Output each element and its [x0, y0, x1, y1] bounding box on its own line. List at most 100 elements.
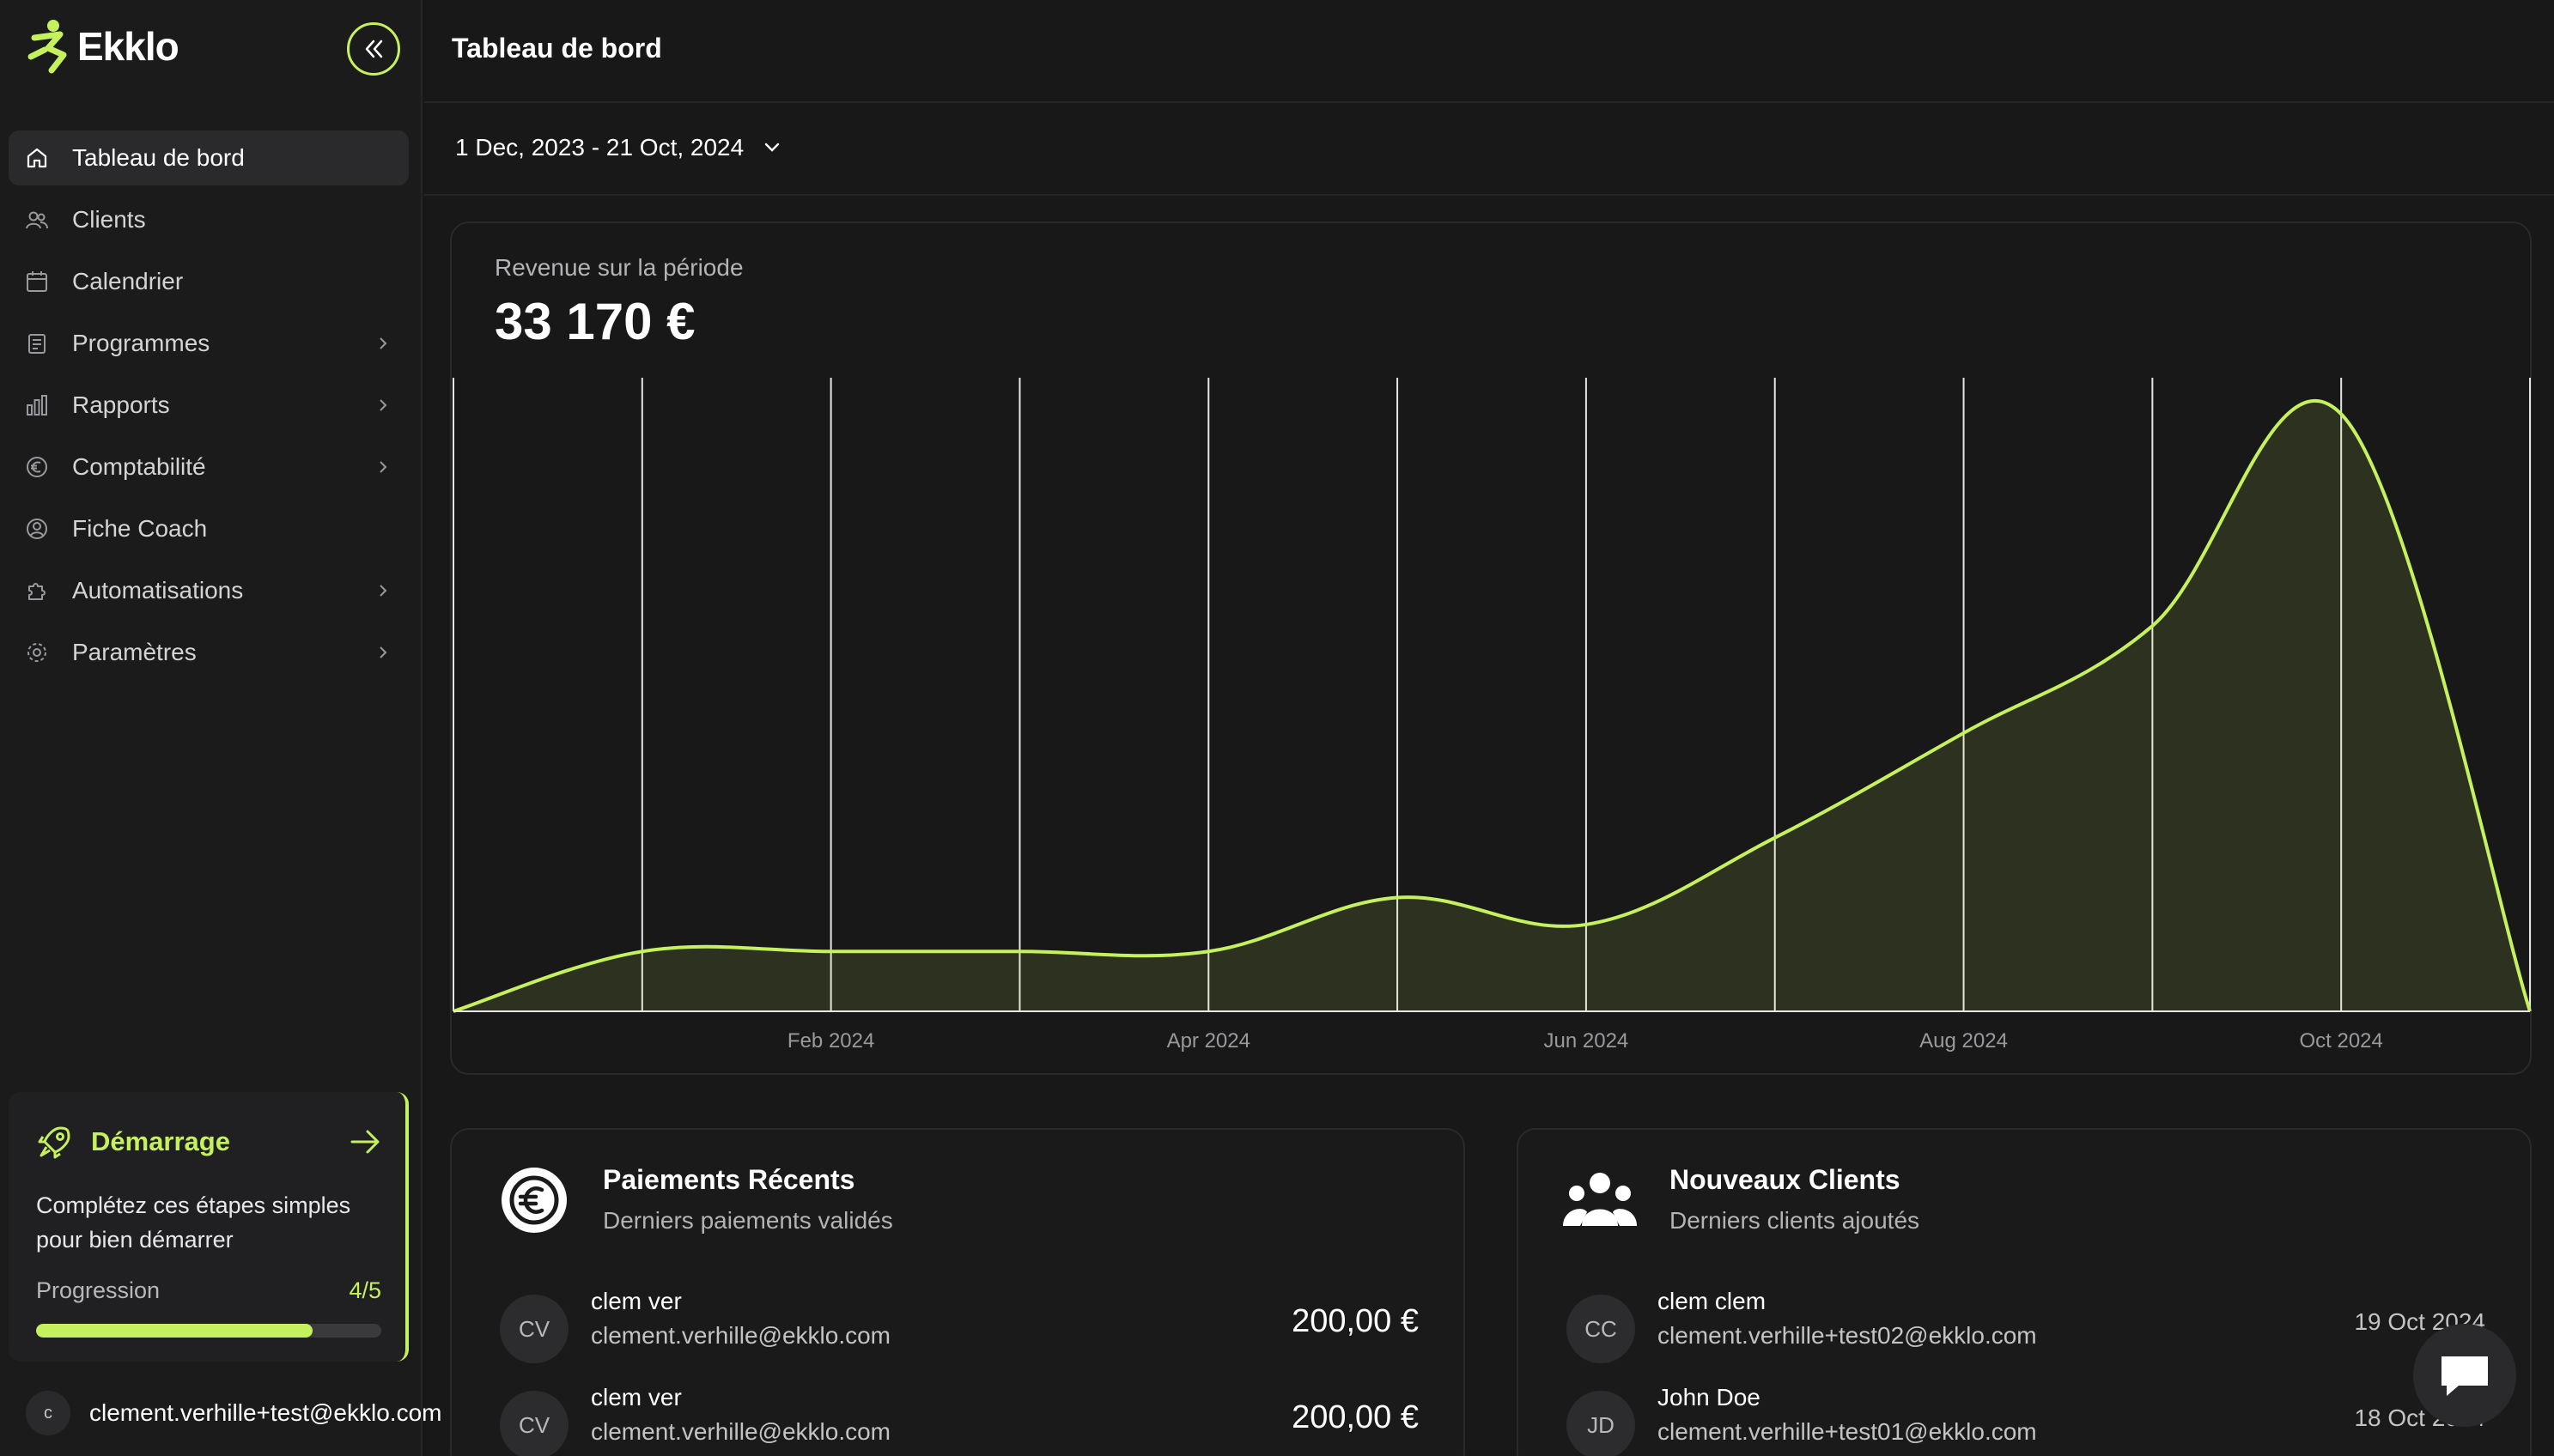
avatar: CC — [1566, 1295, 1635, 1363]
collapse-sidebar-button[interactable] — [347, 22, 400, 76]
new-clients-card: Nouveaux Clients Derniers clients ajouté… — [1517, 1128, 2532, 1456]
users-icon — [24, 207, 50, 233]
payments-title: Paiements Récents — [603, 1164, 855, 1195]
gear-icon — [24, 640, 50, 665]
payer-name: clem ver — [591, 1384, 682, 1410]
list-item[interactable]: JD John Doe clement.verhille+test01@ekkl… — [1566, 1384, 2485, 1456]
user-email: clement.verhille+test@ekklo.com — [89, 1399, 442, 1426]
x-tick-label: Feb 2024 — [787, 1029, 874, 1053]
sidebar-item-automatisations[interactable]: Automatisations — [9, 563, 409, 618]
date-range-picker[interactable]: 1 Dec, 2023 - 21 Oct, 2024 — [455, 134, 783, 161]
payer-email: clement.verhille@ekklo.com — [591, 1418, 891, 1445]
revenue-area-chart[interactable]: Feb 2024 Apr 2024 Jun 2024 Aug 2024 Oct 2024 — [452, 223, 2533, 1077]
arrow-right-icon[interactable] — [349, 1125, 383, 1159]
clients-title: Nouveaux Clients — [1669, 1164, 1900, 1195]
clipboard-icon — [24, 331, 50, 356]
data-point — [1395, 895, 1400, 901]
sidebar-nav: Tableau de bord Clients Calendrier Progr… — [9, 130, 409, 687]
double-chevron-left-icon — [365, 39, 383, 58]
sidebar-item-label: Tableau de bord — [72, 144, 245, 171]
data-point — [2150, 623, 2155, 628]
chat-support-button[interactable] — [2413, 1324, 2516, 1427]
client-name: John Doe — [1657, 1384, 1760, 1410]
chat-icon — [2442, 1356, 2488, 1396]
sidebar-item-label: Programmes — [72, 330, 210, 356]
app-logo[interactable]: Ekklo — [26, 19, 179, 74]
progress-bar — [36, 1324, 381, 1338]
data-point — [2338, 411, 2344, 416]
chevron-down-icon — [765, 143, 780, 152]
sidebar-item-comptabilite[interactable]: Comptabilité — [9, 440, 409, 494]
bar-chart-icon — [24, 392, 50, 418]
revenue-area-fill — [453, 400, 2530, 1011]
payments-subtitle: Derniers paiements validés — [603, 1207, 893, 1234]
avatar: CV — [500, 1295, 569, 1363]
sidebar-item-tableau-de-bord[interactable]: Tableau de bord — [9, 130, 409, 185]
startup-title: Démarrage — [91, 1126, 230, 1156]
payment-amount: 200,00 € — [1292, 1303, 1419, 1339]
x-tick-label: Aug 2024 — [1919, 1029, 2008, 1053]
sidebar-item-label: Calendrier — [72, 268, 184, 294]
euro-circle-icon — [502, 1168, 567, 1233]
list-item[interactable]: CC clem clem clement.verhille+test02@ekk… — [1566, 1288, 2485, 1374]
startup-card[interactable]: Démarrage Complétez ces étapes simples p… — [9, 1092, 409, 1362]
sidebar-item-clients[interactable]: Clients — [9, 192, 409, 247]
x-tick-label: Oct 2024 — [2299, 1029, 2382, 1053]
payer-name: clem ver — [591, 1288, 682, 1314]
revenue-chart-card: Revenue sur la période 33 170 € Feb 2024… — [450, 221, 2532, 1075]
user-account[interactable]: c clement.verhille+test@ekklo.com — [26, 1391, 441, 1435]
sidebar-item-label: Automatisations — [72, 577, 244, 604]
sidebar-item-calendrier[interactable]: Calendrier — [9, 254, 409, 309]
client-email: clement.verhille+test02@ekklo.com — [1657, 1322, 2037, 1349]
sidebar-item-rapports[interactable]: Rapports — [9, 378, 409, 433]
sidebar-item-label: Rapports — [72, 391, 170, 418]
recent-payments-card: Paiements Récents Derniers paiements val… — [450, 1128, 1465, 1456]
data-point — [1017, 949, 1022, 954]
list-item[interactable]: CV clem ver clement.verhille@ekklo.com 2… — [500, 1384, 1419, 1456]
avatar: CV — [500, 1391, 569, 1456]
data-point — [1584, 922, 1589, 927]
rocket-icon — [38, 1126, 70, 1159]
client-email: clement.verhille+test01@ekklo.com — [1657, 1418, 2037, 1445]
chevron-right-icon — [380, 399, 387, 411]
sidebar-item-fiche-coach[interactable]: Fiche Coach — [9, 501, 409, 556]
sidebar-item-label: Fiche Coach — [72, 515, 208, 542]
calendar-icon — [24, 269, 50, 294]
home-icon — [24, 145, 50, 171]
data-point — [1961, 731, 1967, 736]
payment-amount: 200,00 € — [1292, 1399, 1419, 1435]
euro-icon — [24, 454, 50, 480]
data-point — [640, 949, 645, 954]
data-point — [1773, 835, 1778, 840]
data-point — [1206, 949, 1211, 954]
top-bar: Tableau de bord — [424, 0, 2554, 103]
app-name: Ekklo — [77, 24, 179, 69]
progress-bar-fill — [36, 1324, 313, 1338]
ekklo-logo-icon — [27, 20, 67, 74]
sidebar-item-label: Clients — [72, 206, 146, 233]
chevron-right-icon — [380, 461, 387, 473]
sidebar-item-label: Comptabilité — [72, 453, 206, 480]
users-group-icon — [1563, 1173, 1637, 1226]
sidebar-item-parametres[interactable]: Paramètres — [9, 625, 409, 680]
avatar: JD — [1566, 1391, 1635, 1456]
sidebar-item-label: Paramètres — [72, 639, 197, 665]
date-range-value: 1 Dec, 2023 - 21 Oct, 2024 — [455, 134, 745, 161]
progress-label: Progression — [36, 1277, 161, 1303]
chevron-right-icon — [380, 646, 387, 658]
sidebar-item-programmes[interactable]: Programmes — [9, 316, 409, 371]
puzzle-icon — [24, 578, 50, 604]
progress-count: 4/5 — [349, 1277, 381, 1303]
user-circle-icon — [24, 516, 50, 542]
date-filter-bar: 1 Dec, 2023 - 21 Oct, 2024 — [424, 105, 2554, 196]
chevron-right-icon — [380, 585, 387, 597]
clients-subtitle: Derniers clients ajoutés — [1669, 1207, 1920, 1234]
x-tick-label: Apr 2024 — [1167, 1029, 1250, 1053]
x-tick-label: Jun 2024 — [1544, 1029, 1629, 1053]
data-point — [829, 949, 834, 954]
avatar: c — [26, 1391, 70, 1435]
payer-email: clement.verhille@ekklo.com — [591, 1322, 891, 1349]
sidebar: Ekklo Tableau de bord Clients Calendrier — [0, 0, 441, 1456]
client-name: clem clem — [1657, 1288, 1767, 1314]
list-item[interactable]: CV clem ver clement.verhille@ekklo.com 2… — [500, 1288, 1419, 1374]
